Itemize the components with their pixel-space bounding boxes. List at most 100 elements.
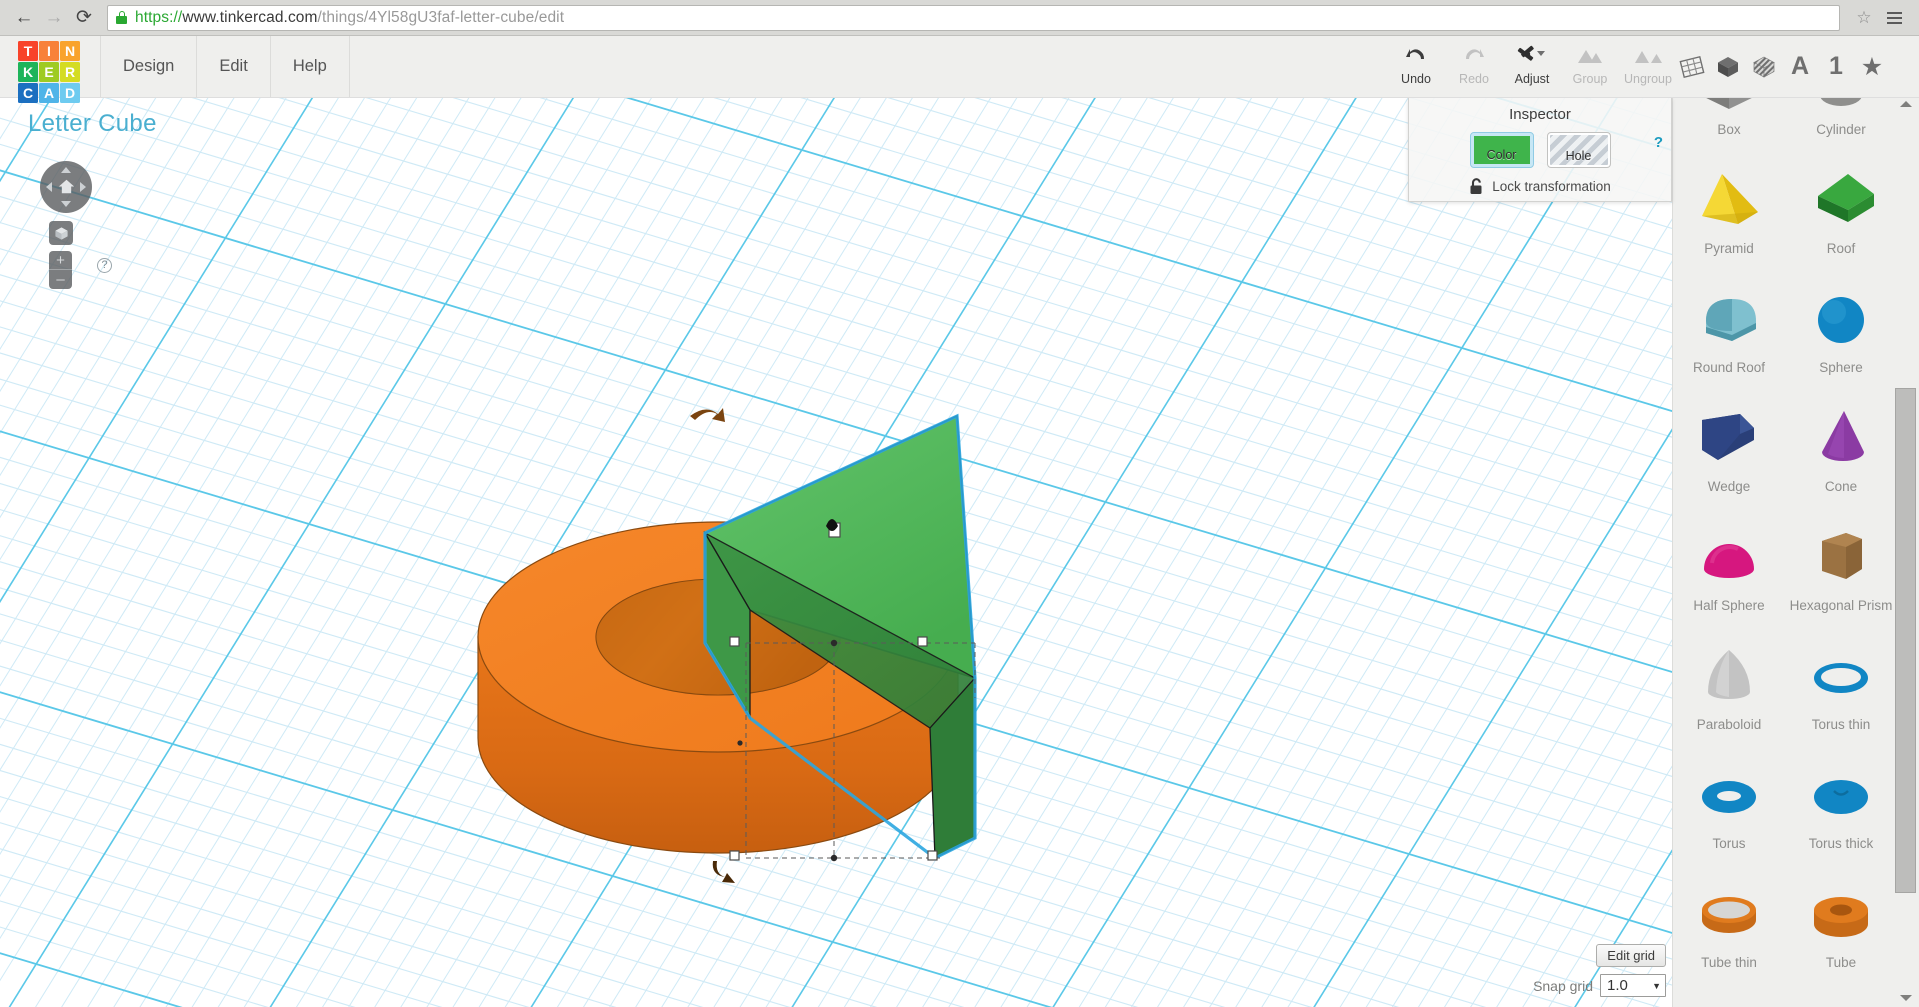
logo-tile-r: R [60, 62, 80, 82]
shape-label: Roof [1827, 241, 1856, 256]
url-path: /things/4Yl58gU3faf-letter-cube/edit [318, 9, 565, 26]
redo-button[interactable]: Redo [1445, 36, 1503, 86]
grid-icon[interactable] [1677, 50, 1707, 84]
scroll-down-arrow-icon[interactable] [1900, 995, 1912, 1001]
shape-tube-thick-partial[interactable] [1673, 988, 1785, 1007]
fit-view-button[interactable] [49, 221, 73, 245]
shape-label: Tube thin [1701, 955, 1757, 970]
browser-chrome: ← → ⟳ https://www.tinkercad.com/things/4… [0, 0, 1919, 36]
browser-reload-button[interactable]: ⟳ [69, 3, 99, 33]
palette-scrollbar[interactable] [1892, 98, 1917, 1007]
torus-thumbnail [1692, 760, 1766, 834]
view-orbit-pad[interactable] [40, 161, 92, 213]
browser-back-button[interactable]: ← [9, 3, 39, 33]
workspace-help-icon[interactable]: ? [97, 258, 112, 273]
striped-cube-icon[interactable] [1749, 50, 1779, 84]
orbit-up-arrow[interactable] [61, 167, 71, 173]
color-swatch-label: Color [1487, 148, 1517, 164]
shape-tube-thin[interactable]: Tube thin [1673, 869, 1785, 988]
shape-half-sphere[interactable]: Half Sphere [1673, 512, 1785, 631]
star-favorites-icon[interactable]: ★ [1857, 50, 1887, 84]
roof-thumbnail [1804, 165, 1878, 239]
adjust-label: Adjust [1515, 72, 1550, 86]
bookmark-star-icon[interactable]: ☆ [1849, 3, 1879, 33]
shape-row: Half Sphere Hexagonal Prism [1673, 512, 1897, 631]
shape-row [1673, 988, 1897, 1007]
torus-thin-thumbnail [1804, 641, 1878, 715]
solid-cube-icon[interactable] [1713, 50, 1743, 84]
tube-thin-thumbnail [1692, 879, 1766, 953]
color-swatch-button[interactable]: Color [1471, 133, 1533, 167]
shape-tube-thick-partial-2[interactable] [1785, 988, 1897, 1007]
home-view-icon[interactable] [58, 178, 75, 195]
browser-forward-button[interactable]: → [39, 3, 69, 33]
inspector-help-icon[interactable]: ? [1654, 134, 1663, 151]
shape-tube[interactable]: Tube [1785, 869, 1897, 988]
shape-wedge[interactable]: Wedge [1673, 393, 1785, 512]
zoom-in-button[interactable]: + [49, 251, 72, 270]
shape-palette: ❯ Box [1672, 98, 1919, 1007]
inspector-panel: Inspector Color Hole ? Lock transformati… [1408, 98, 1672, 202]
cylinder-thumbnail [1804, 98, 1878, 120]
address-bar[interactable]: https://www.tinkercad.com/things/4Yl58gU… [107, 5, 1840, 31]
shape-round-roof[interactable]: Round Roof [1673, 274, 1785, 393]
shape-torus[interactable]: Torus [1673, 750, 1785, 869]
shape-pyramid[interactable]: Pyramid [1673, 155, 1785, 274]
shape-box[interactable]: Box [1673, 98, 1785, 155]
shape-label: Box [1717, 122, 1740, 137]
orbit-right-arrow[interactable] [80, 182, 86, 192]
group-button[interactable]: Group [1561, 36, 1619, 86]
shape-sphere[interactable]: Sphere [1785, 274, 1897, 393]
menu-design[interactable]: Design [100, 36, 197, 97]
shape-category-bar: A 1 ★ [1677, 36, 1913, 97]
ungroup-label: Ungroup [1624, 72, 1672, 86]
url-text: https://www.tinkercad.com/things/4Yl58gU… [135, 9, 564, 27]
logo-tile-c: C [18, 83, 38, 103]
scrollbar-thumb[interactable] [1895, 388, 1916, 893]
orbit-left-arrow[interactable] [46, 182, 52, 192]
shape-label: Cone [1825, 479, 1857, 494]
unlocked-padlock-icon [1469, 178, 1484, 195]
paraboloid-thumbnail [1692, 641, 1766, 715]
number-one-icon[interactable]: 1 [1821, 50, 1851, 84]
shape-paraboloid[interactable]: Paraboloid [1673, 631, 1785, 750]
zoom-out-button[interactable]: – [49, 270, 72, 289]
corner-handle [730, 851, 739, 860]
shape-label: Wedge [1708, 479, 1751, 494]
shape-roof[interactable]: Roof [1785, 155, 1897, 274]
menu-help[interactable]: Help [271, 36, 350, 97]
shape-cone[interactable]: Cone [1785, 393, 1897, 512]
snap-grid-select[interactable]: 1.0 ▼ [1600, 974, 1666, 997]
adjust-button[interactable]: Adjust [1503, 36, 1561, 86]
tinkercad-logo[interactable]: T I N K E R C A D [18, 41, 82, 105]
shape-cylinder[interactable]: Cylinder [1785, 98, 1897, 155]
shape-label: Paraboloid [1697, 717, 1762, 732]
tube-thick-thumbnail-2 [1804, 998, 1878, 1007]
hole-swatch-button[interactable]: Hole [1548, 133, 1610, 167]
orbit-down-arrow[interactable] [61, 201, 71, 207]
logo-tile-e: E [39, 62, 59, 82]
menu-edit[interactable]: Edit [197, 36, 270, 97]
browser-menu-icon[interactable] [1879, 3, 1909, 33]
hexagonal-prism-thumbnail [1804, 522, 1878, 596]
shape-torus-thin[interactable]: Torus thin [1785, 631, 1897, 750]
group-label: Group [1573, 72, 1608, 86]
shape-row: Box Cylinder [1673, 98, 1897, 155]
shape-hexagonal-prism[interactable]: Hexagonal Prism [1785, 512, 1897, 631]
3d-workspace[interactable]: Letter Cube + – ? Edit grid Snap [0, 98, 1672, 1007]
cone-thumbnail [1804, 403, 1878, 477]
logo-tile-a: A [39, 83, 59, 103]
hole-swatch-label: Hole [1566, 149, 1592, 165]
edit-grid-button[interactable]: Edit grid [1596, 944, 1666, 967]
palette-collapse-tab[interactable]: ❯ [1672, 498, 1673, 554]
text-a-icon[interactable]: A [1785, 50, 1815, 84]
scroll-up-arrow-icon[interactable] [1900, 101, 1912, 107]
corner-handle [928, 851, 937, 860]
shape-label: Round Roof [1693, 360, 1765, 375]
shape-torus-thick[interactable]: Torus thick [1785, 750, 1897, 869]
lock-transformation-row[interactable]: Lock transformation [1409, 178, 1671, 195]
undo-button[interactable]: Undo [1387, 36, 1445, 86]
ungroup-button[interactable]: Ungroup [1619, 36, 1677, 86]
inspector-swatches: Color Hole [1409, 133, 1671, 167]
design-title[interactable]: Letter Cube [28, 110, 157, 138]
